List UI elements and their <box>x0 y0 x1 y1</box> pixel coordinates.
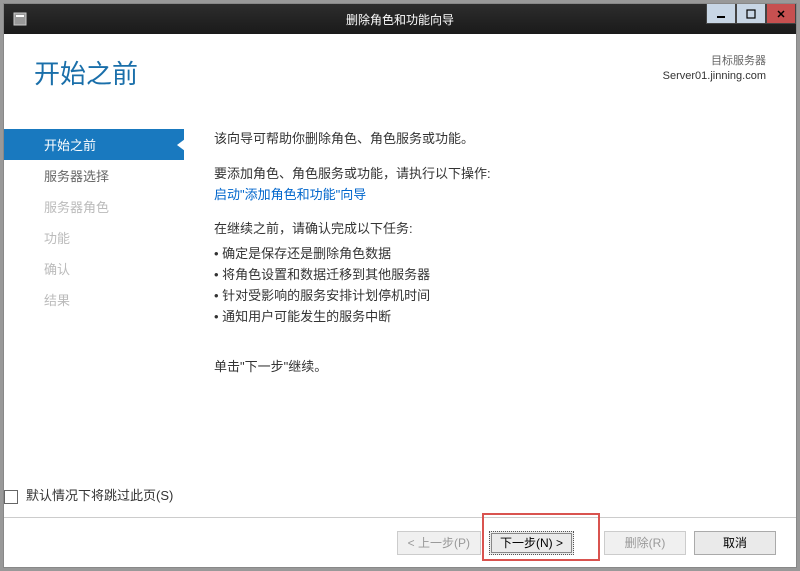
continue-hint: 单击"下一步"继续。 <box>214 357 766 378</box>
cancel-button[interactable]: 取消 <box>694 531 776 555</box>
minimize-button[interactable] <box>706 4 736 24</box>
titlebar[interactable]: 删除角色和功能向导 <box>4 4 796 34</box>
sidebar: 开始之前 服务器选择 服务器角色 功能 确认 结果 <box>4 119 184 517</box>
sidebar-item-before-you-begin[interactable]: 开始之前 <box>4 129 184 160</box>
sidebar-item-results: 结果 <box>4 284 184 315</box>
sidebar-item-label: 结果 <box>44 293 70 308</box>
window-title: 删除角色和功能向导 <box>346 11 454 28</box>
task-item: 通知用户可能发生的服务中断 <box>214 307 766 328</box>
sidebar-item-label: 确认 <box>44 262 70 277</box>
task-text: 确定是保存还是删除角色数据 <box>222 246 391 261</box>
next-button[interactable]: 下一步(N) > <box>489 531 574 555</box>
pre-tasks-label: 在继续之前，请确认完成以下任务: <box>214 219 766 240</box>
remove-button: 删除(R) <box>604 531 686 555</box>
sidebar-item-label: 功能 <box>44 231 70 246</box>
main-body: 开始之前 服务器选择 服务器角色 功能 确认 结果 该向导可帮助你删除角色、角色… <box>4 119 796 517</box>
task-text: 将角色设置和数据迁移到其他服务器 <box>222 267 430 282</box>
task-item: 针对受影响的服务安排计划停机时间 <box>214 286 766 307</box>
sidebar-item-label: 服务器角色 <box>44 200 109 215</box>
close-button[interactable] <box>766 4 796 24</box>
destination-server-name: Server01.jinning.com <box>663 69 766 84</box>
destination-server-label: 目标服务器 <box>663 54 766 69</box>
app-icon <box>12 11 28 27</box>
skip-page-row: 默认情况下将跳过此页(S) <box>4 486 173 507</box>
sidebar-item-server-roles: 服务器角色 <box>4 191 184 222</box>
skip-page-label: 默认情况下将跳过此页(S) <box>26 486 173 507</box>
intro-text: 该向导可帮助你删除角色、角色服务或功能。 <box>214 129 766 150</box>
previous-button: < 上一步(P) <box>397 531 481 555</box>
content-area: 开始之前 目标服务器 Server01.jinning.com 开始之前 服务器… <box>4 34 796 567</box>
sidebar-item-features: 功能 <box>4 222 184 253</box>
sidebar-item-server-selection[interactable]: 服务器选择 <box>4 160 184 191</box>
add-roles-hint: 要添加角色、角色服务或功能，请执行以下操作: <box>214 164 766 185</box>
page-title: 开始之前 <box>34 54 138 91</box>
sidebar-item-confirmation: 确认 <box>4 253 184 284</box>
sidebar-item-label: 开始之前 <box>44 138 96 153</box>
task-item: 将角色设置和数据迁移到其他服务器 <box>214 265 766 286</box>
maximize-button[interactable] <box>736 4 766 24</box>
task-text: 针对受影响的服务安排计划停机时间 <box>222 288 430 303</box>
wizard-footer: < 上一步(P) 下一步(N) > 删除(R) 取消 <box>4 517 796 567</box>
skip-page-checkbox[interactable] <box>4 490 18 504</box>
header-section: 开始之前 目标服务器 Server01.jinning.com <box>4 34 796 101</box>
task-list: 确定是保存还是删除角色数据 将角色设置和数据迁移到其他服务器 针对受影响的服务安… <box>214 244 766 327</box>
main-content: 该向导可帮助你删除角色、角色服务或功能。 要添加角色、角色服务或功能，请执行以下… <box>184 119 796 517</box>
wizard-window: 删除角色和功能向导 开始之前 目标服务器 Server01.jinning.co… <box>3 3 797 568</box>
destination-server-info: 目标服务器 Server01.jinning.com <box>663 54 766 85</box>
task-item: 确定是保存还是删除角色数据 <box>214 244 766 265</box>
task-text: 通知用户可能发生的服务中断 <box>222 309 391 324</box>
window-controls <box>706 4 796 24</box>
launch-add-wizard-link[interactable]: 启动"添加角色和功能"向导 <box>214 187 366 202</box>
sidebar-item-label: 服务器选择 <box>44 169 109 184</box>
